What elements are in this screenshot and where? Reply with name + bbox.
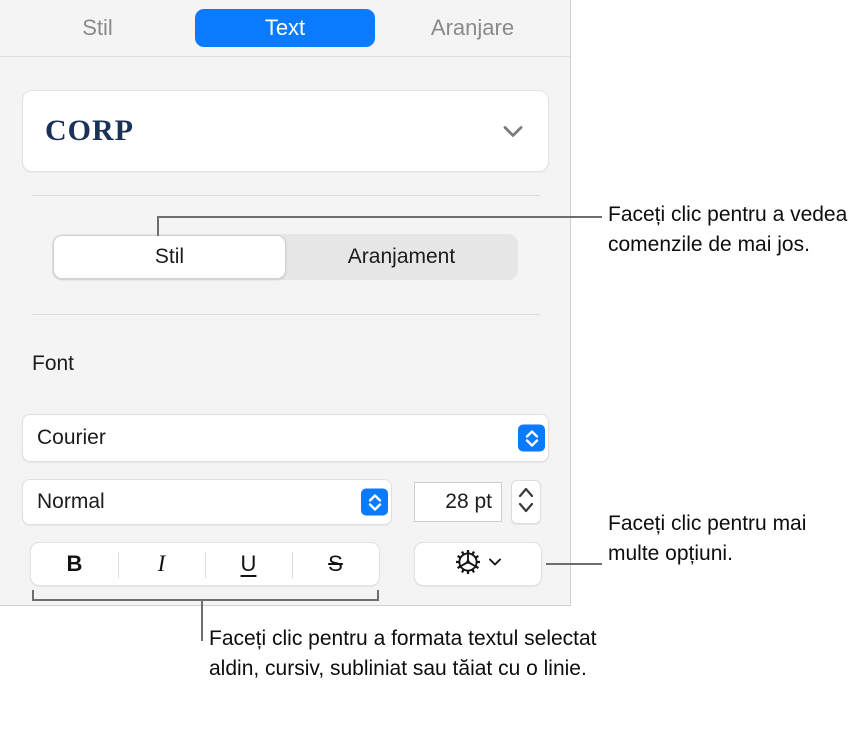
font-family-popup[interactable]: Courier [22, 414, 549, 462]
font-section-heading: Font [32, 352, 75, 375]
section-divider-top [32, 195, 540, 196]
text-style-button-group: B I U S [30, 542, 380, 586]
segment-aranjament[interactable]: Aranjament [286, 235, 517, 279]
bold-icon: B [66, 551, 83, 576]
more-options-button[interactable] [414, 542, 542, 586]
italic-button[interactable]: I [118, 543, 205, 585]
format-inspector-panel: Stil Text Aranjare CORP Stil Aranjament … [0, 0, 571, 606]
font-family-value: Courier [37, 426, 106, 449]
tab-aranjare[interactable]: Aranjare [379, 9, 566, 47]
up-down-chevron-icon [518, 424, 545, 452]
callout-text-top: Faceți clic pentru a vedea comenzile de … [608, 203, 848, 256]
underline-icon: U [240, 551, 257, 576]
paragraph-style-value: CORP [45, 114, 134, 147]
segment-stil[interactable]: Stil [53, 235, 286, 279]
underline-button[interactable]: U [205, 543, 292, 585]
tab-stil[interactable]: Stil [4, 9, 191, 47]
font-size-value: 28 pt [445, 490, 492, 513]
strikethrough-icon: S [328, 551, 343, 576]
font-style-popup[interactable]: Normal [22, 479, 392, 525]
stepper-up-down-icon [515, 483, 537, 522]
strikethrough-button[interactable]: S [292, 543, 379, 585]
paragraph-style-popup[interactable]: CORP [22, 90, 549, 172]
bold-button[interactable]: B [31, 543, 118, 585]
inspector-tab-bar: Stil Text Aranjare [0, 0, 570, 57]
font-size-stepper[interactable] [511, 480, 541, 524]
chevron-down-icon [500, 118, 526, 144]
section-divider-bottom [32, 314, 540, 315]
gear-icon [453, 547, 483, 582]
font-style-value: Normal [37, 490, 105, 513]
chevron-down-icon [486, 553, 504, 576]
italic-icon: I [157, 551, 166, 576]
style-arrangement-segmented-control: Stil Aranjament [52, 234, 518, 280]
font-size-field[interactable]: 28 pt [414, 482, 502, 522]
up-down-chevron-icon [361, 488, 388, 516]
callout-text-right: Faceți clic pentru mai multe opțiuni. [608, 512, 807, 565]
tab-text[interactable]: Text [195, 9, 375, 47]
callout-text-bottom: Faceți clic pentru a formata textul sele… [209, 627, 597, 680]
